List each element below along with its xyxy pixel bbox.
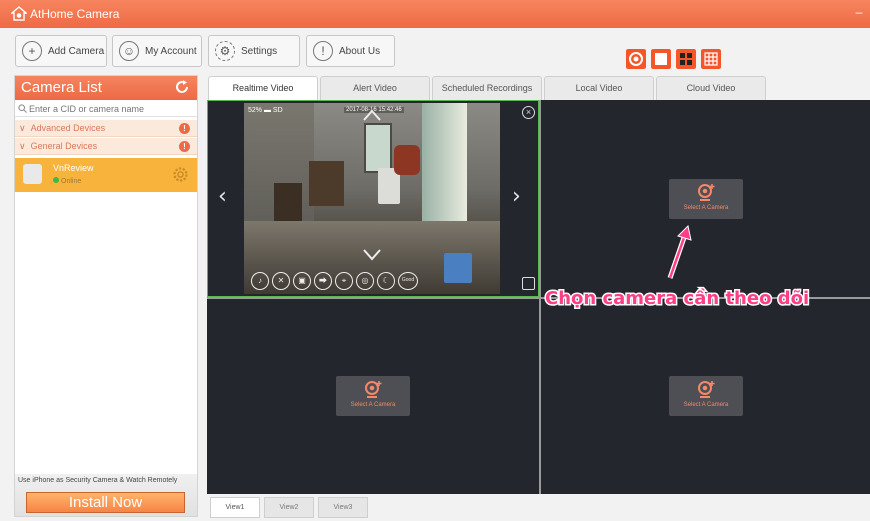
plus-circle-icon: + bbox=[22, 41, 42, 61]
device-thumbnail bbox=[23, 164, 42, 184]
about-us-label: About Us bbox=[339, 45, 381, 57]
tab-view1[interactable]: View1 bbox=[210, 497, 260, 518]
callout-arrow-icon bbox=[667, 224, 692, 279]
video-cell-2[interactable]: Select A Camera bbox=[541, 100, 870, 297]
callout-annotation: Chọn camera cần theo dõi bbox=[543, 287, 810, 311]
my-account-button[interactable]: ☺ My Account bbox=[112, 35, 202, 67]
video-cell-3[interactable]: Select A Camera bbox=[207, 299, 539, 494]
tab-realtime-video[interactable]: Realtime Video bbox=[208, 76, 318, 100]
add-camera-button[interactable]: + Add Camera bbox=[15, 35, 107, 67]
tab-scheduled-recordings[interactable]: Scheduled Recordings bbox=[432, 76, 542, 100]
select-camera-label: Select A Camera bbox=[350, 402, 396, 408]
tab-view2[interactable]: View2 bbox=[264, 497, 314, 518]
refresh-icon[interactable] bbox=[174, 79, 190, 95]
online-dot-icon bbox=[53, 177, 59, 183]
select-camera-button[interactable]: Select A Camera bbox=[669, 376, 743, 416]
user-circle-icon: ☺ bbox=[119, 41, 139, 61]
add-camera-label: Add Camera bbox=[48, 45, 105, 57]
search-icon bbox=[18, 104, 27, 113]
title-bar: AtHome Camera – bbox=[0, 0, 870, 28]
my-account-label: My Account bbox=[145, 45, 197, 57]
settings-label: Settings bbox=[241, 45, 278, 57]
camera-list-title: Camera List bbox=[21, 79, 102, 96]
group-advanced-devices[interactable]: ∨ Advanced Devices ! bbox=[15, 120, 197, 137]
select-camera-button[interactable]: Select A Camera bbox=[336, 376, 410, 416]
group-label: Advanced Devices bbox=[30, 123, 106, 133]
device-settings-icon[interactable] bbox=[172, 166, 189, 183]
select-camera-label: Select A Camera bbox=[683, 205, 729, 211]
camera-list-header: Camera List bbox=[15, 76, 197, 100]
layout-nine-grid-icon[interactable] bbox=[701, 49, 721, 69]
tab-view3[interactable]: View3 bbox=[318, 497, 368, 518]
layout-four-grid-icon[interactable] bbox=[676, 49, 696, 69]
group-label: General Devices bbox=[30, 141, 98, 151]
video-cell-1[interactable]: 52% ▬ SD 2017-08-16 15:42:46 ‹ › × ♪ ✕ ▣… bbox=[207, 100, 539, 297]
chevron-down-icon: ∨ bbox=[19, 140, 26, 151]
layout-single-ring-icon[interactable] bbox=[626, 49, 646, 69]
settings-button[interactable]: ⚙ Settings bbox=[208, 35, 300, 67]
select-camera-button[interactable]: Select A Camera bbox=[669, 179, 743, 219]
info-circle-icon: ! bbox=[313, 41, 333, 61]
search-row bbox=[15, 101, 197, 117]
layout-single-square-icon[interactable] bbox=[651, 49, 671, 69]
add-camera-icon bbox=[365, 381, 382, 398]
minimize-button[interactable]: – bbox=[853, 6, 865, 18]
app-title: AtHome Camera bbox=[30, 7, 120, 21]
camera-list-panel: Camera List ∨ Advanced Devices ! ∨ Gener… bbox=[14, 75, 198, 517]
layout-switcher bbox=[626, 49, 721, 69]
tab-alert-video[interactable]: Alert Video bbox=[320, 76, 430, 100]
promo-text: Use iPhone as Security Camera & Watch Re… bbox=[18, 477, 178, 484]
device-name: VnReview bbox=[53, 163, 94, 173]
gear-icon: ⚙ bbox=[215, 41, 235, 61]
active-cell-border bbox=[207, 100, 539, 297]
about-us-button[interactable]: ! About Us bbox=[306, 35, 395, 67]
add-camera-icon bbox=[698, 184, 715, 201]
promo-banner: Use iPhone as Security Camera & Watch Re… bbox=[15, 474, 197, 516]
tab-cloud-video[interactable]: Cloud Video bbox=[656, 76, 766, 100]
device-status: Online bbox=[53, 177, 81, 185]
chevron-down-icon: ∨ bbox=[19, 122, 26, 133]
select-camera-label: Select A Camera bbox=[683, 402, 729, 408]
tab-local-video[interactable]: Local Video bbox=[544, 76, 654, 100]
search-input[interactable] bbox=[29, 103, 189, 114]
device-item-vnreview[interactable]: VnReview Online bbox=[15, 158, 197, 192]
warning-icon: ! bbox=[179, 141, 190, 152]
group-general-devices[interactable]: ∨ General Devices ! bbox=[15, 138, 197, 155]
add-camera-icon bbox=[698, 381, 715, 398]
app-logo-icon bbox=[11, 6, 27, 21]
app-window: AtHome Camera – + Add Camera ☺ My Accoun… bbox=[0, 0, 870, 521]
warning-icon: ! bbox=[179, 123, 190, 134]
video-cell-4[interactable]: Select A Camera bbox=[541, 299, 870, 494]
install-now-button[interactable]: Install Now bbox=[26, 492, 185, 513]
